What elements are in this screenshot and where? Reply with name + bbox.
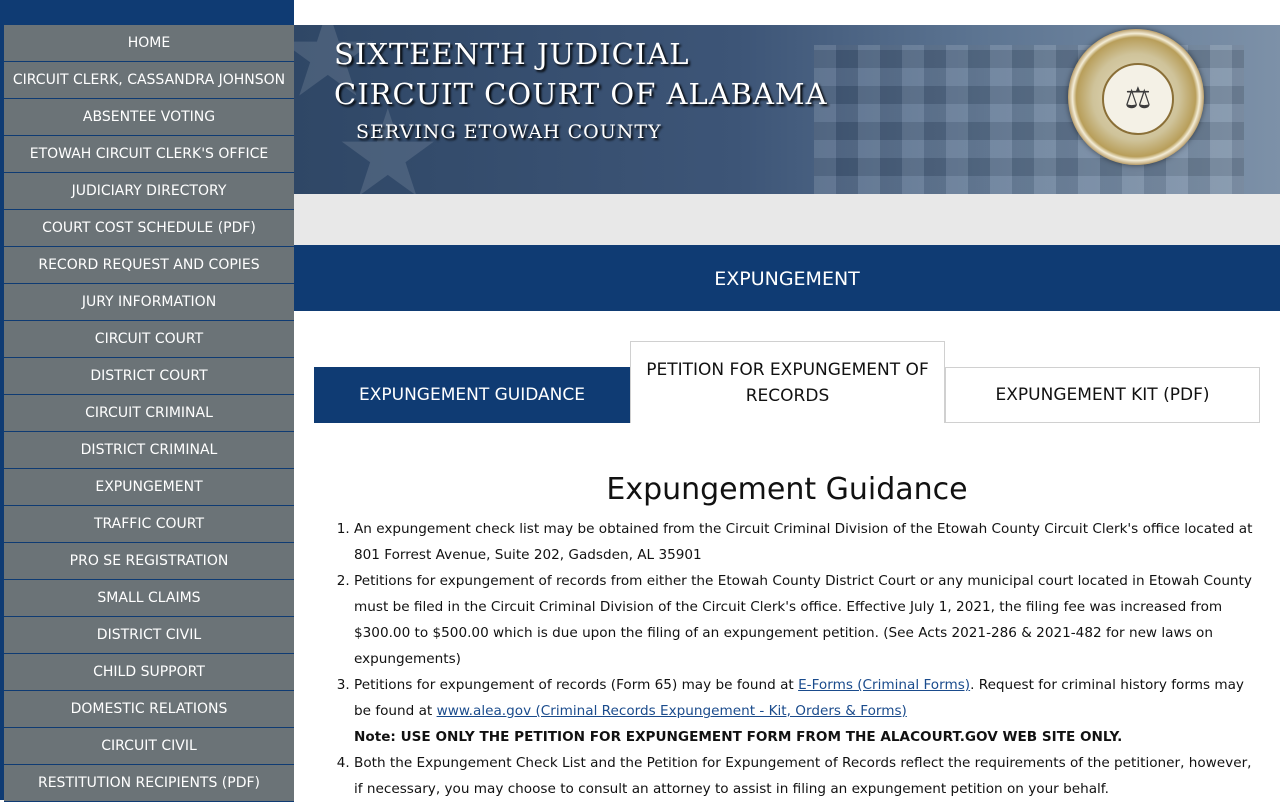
list-item: Petitions for expungement of records fro… [354, 568, 1260, 672]
sidebar-item-jury-information[interactable]: JURY INFORMATION [4, 284, 294, 321]
sidebar-item-domestic-relations[interactable]: DOMESTIC RELATIONS [4, 691, 294, 728]
guidance-list: An expungement check list may be obtaine… [314, 516, 1260, 802]
sidebar-item-traffic-court[interactable]: TRAFFIC COURT [4, 506, 294, 543]
alea-gov-link[interactable]: www.alea.gov (Criminal Records Expungeme… [437, 703, 907, 719]
sidebar-item-child-support[interactable]: CHILD SUPPORT [4, 654, 294, 691]
main-content: Expungement Guidance An expungement chec… [314, 462, 1260, 802]
sidebar-item-absentee-voting[interactable]: ABSENTEE VOTING [4, 99, 294, 136]
sidebar-menu: HOME CIRCUIT CLERK, CASSANDRA JOHNSON AB… [0, 25, 294, 802]
list-item-text: Petitions for expungement of records fro… [354, 573, 1252, 667]
sidebar-item-circuit-court[interactable]: CIRCUIT COURT [4, 321, 294, 358]
scales-of-justice-icon: ⚖ [1102, 63, 1174, 135]
banner-subtitle: SERVING ETOWAH COUNTY [356, 121, 662, 143]
list-item-text: Petitions for expungement of records (Fo… [354, 677, 799, 693]
list-item: Petitions for expungement of records (Fo… [354, 672, 1260, 750]
sidebar-item-restitution-recipients[interactable]: RESTITUTION RECIPIENTS (PDF) [4, 765, 294, 802]
sidebar-top-bar [0, 0, 294, 25]
list-item-text: An expungement check list may be obtaine… [354, 521, 1253, 563]
banner-title-line-2: CIRCUIT COURT OF ALABAMA [334, 77, 828, 111]
list-item: An expungement check list may be obtaine… [354, 516, 1260, 568]
sidebar-item-judiciary-directory[interactable]: JUDICIARY DIRECTORY [4, 173, 294, 210]
sidebar-nav: HOME CIRCUIT CLERK, CASSANDRA JOHNSON AB… [0, 0, 294, 802]
sidebar-item-circuit-civil[interactable]: CIRCUIT CIVIL [4, 728, 294, 765]
sidebar-item-pro-se-registration[interactable]: PRO SE REGISTRATION [4, 543, 294, 580]
sidebar-item-home[interactable]: HOME [4, 25, 294, 62]
sidebar-item-district-court[interactable]: DISTRICT COURT [4, 358, 294, 395]
sidebar-item-small-claims[interactable]: SMALL CLAIMS [4, 580, 294, 617]
sidebar-item-record-request[interactable]: RECORD REQUEST AND COPIES [4, 247, 294, 284]
sidebar-item-circuit-clerks-office[interactable]: ETOWAH CIRCUIT CLERK'S OFFICE [4, 136, 294, 173]
sidebar-item-circuit-criminal[interactable]: CIRCUIT CRIMINAL [4, 395, 294, 432]
tab-petition-for-expungement[interactable]: PETITION FOR EXPUNGEMENT OF RECORDS [630, 341, 945, 423]
tab-bar: EXPUNGEMENT GUIDANCE PETITION FOR EXPUNG… [314, 341, 1260, 423]
eforms-criminal-forms-link[interactable]: E-Forms (Criminal Forms) [798, 677, 970, 693]
sidebar-item-district-civil[interactable]: DISTRICT CIVIL [4, 617, 294, 654]
tab-expungement-kit[interactable]: EXPUNGEMENT KIT (PDF) [945, 367, 1260, 423]
banner-strip [294, 194, 1280, 245]
judicial-seal-icon: ⚖ [1068, 29, 1204, 165]
sidebar-item-expungement[interactable]: EXPUNGEMENT [4, 469, 294, 506]
banner-title-line-1: SIXTEENTH JUDICIAL [334, 37, 690, 71]
list-item: Both the Expungement Check List and the … [354, 750, 1260, 802]
content-heading: Expungement Guidance [606, 472, 968, 507]
sidebar-item-district-criminal[interactable]: DISTRICT CRIMINAL [4, 432, 294, 469]
list-item-text: Both the Expungement Check List and the … [354, 755, 1252, 797]
page-title: EXPUNGEMENT [294, 245, 1280, 311]
tab-expungement-guidance[interactable]: EXPUNGEMENT GUIDANCE [314, 367, 630, 423]
site-banner: ★ ★ SIXTEENTH JUDICIAL CIRCUIT COURT OF … [294, 25, 1280, 194]
form-note: Note: USE ONLY THE PETITION FOR EXPUNGEM… [354, 729, 1123, 745]
sidebar-item-circuit-clerk[interactable]: CIRCUIT CLERK, CASSANDRA JOHNSON [4, 62, 294, 99]
sidebar-item-court-cost-schedule[interactable]: COURT COST SCHEDULE (PDF) [4, 210, 294, 247]
